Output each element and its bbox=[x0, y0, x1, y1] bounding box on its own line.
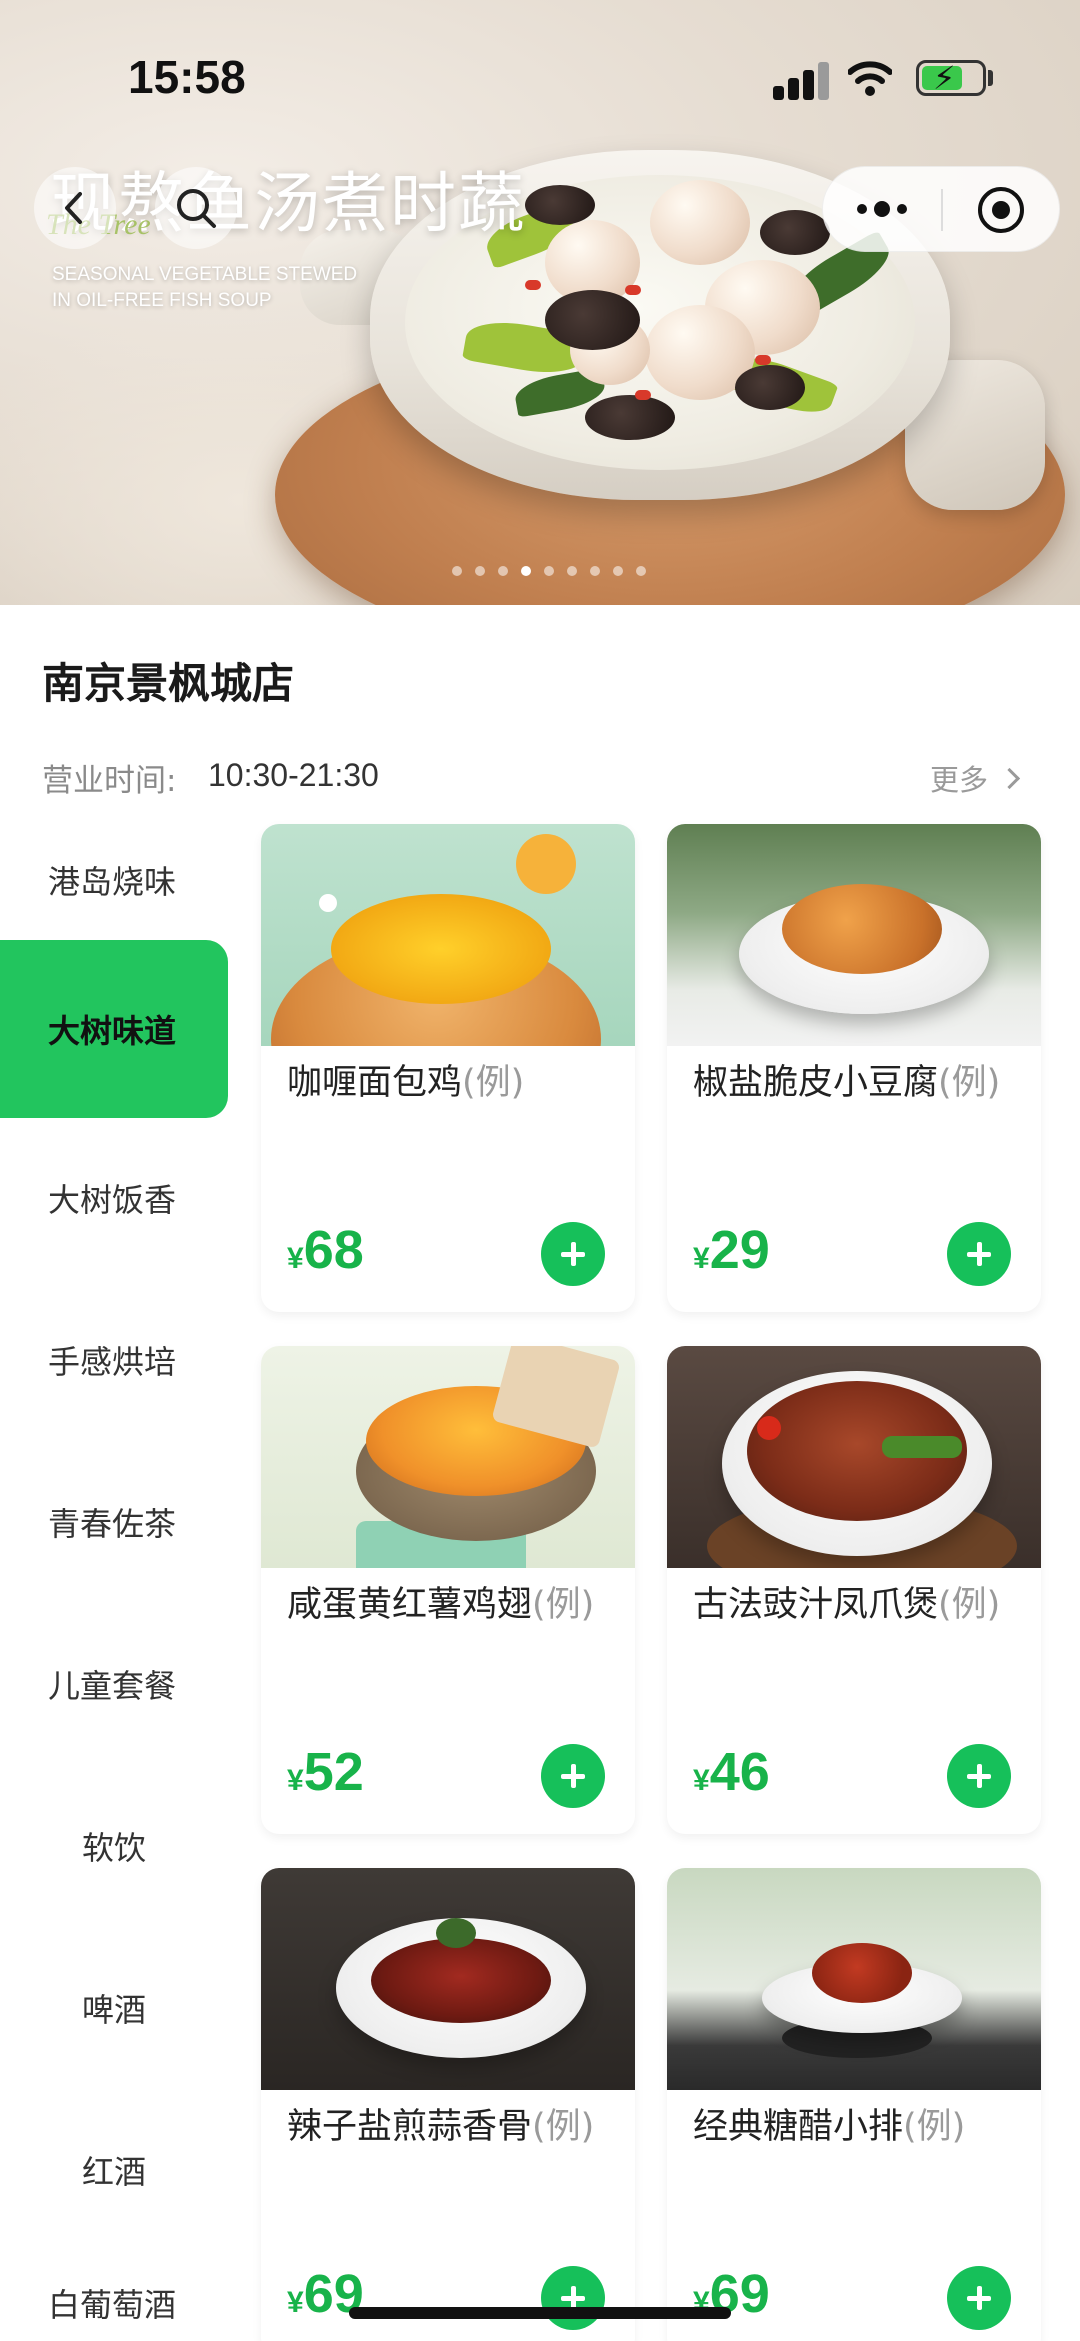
more-link[interactable]: 更多 bbox=[930, 757, 1021, 799]
add-to-cart-button[interactable] bbox=[541, 1222, 605, 1286]
home-indicator bbox=[349, 2307, 731, 2319]
pagination-dot bbox=[521, 566, 531, 576]
category-item[interactable]: 手感烘培 bbox=[0, 1300, 228, 1420]
category-label: 手感烘培 bbox=[48, 1343, 177, 1381]
mini-program-capsule bbox=[822, 166, 1060, 252]
product-name: 咸蛋黄红薯鸡翅(例) bbox=[287, 1585, 595, 1625]
product-card[interactable]: 咸蛋黄红薯鸡翅(例) ¥52 bbox=[261, 1346, 635, 1834]
pagination-dot bbox=[590, 566, 600, 576]
category-label: 港岛烧味 bbox=[48, 863, 177, 901]
category-sidebar: 港岛烧味 大树味道 大树饭香 手感烘培 青春佐茶 儿童套餐 软饮 啤酒 红酒 白… bbox=[0, 820, 228, 2341]
category-label: 啤酒 bbox=[82, 1991, 147, 2029]
category-label: 软饮 bbox=[82, 1829, 147, 1867]
category-label: 红酒 bbox=[82, 2153, 147, 2191]
category-label: 儿童套餐 bbox=[48, 1667, 177, 1705]
pagination-dot bbox=[475, 566, 485, 576]
product-price: ¥46 bbox=[693, 1742, 770, 1802]
product-name: 古法豉汁凤爪煲(例) bbox=[693, 1585, 1001, 1625]
category-item[interactable]: 港岛烧味 bbox=[0, 820, 228, 940]
back-icon bbox=[65, 192, 82, 224]
add-to-cart-button[interactable] bbox=[541, 2266, 605, 2330]
more-label: 更多 bbox=[930, 763, 989, 797]
category-item[interactable]: 啤酒 bbox=[0, 1948, 228, 2068]
product-image bbox=[261, 1346, 635, 1568]
hero-pagination bbox=[452, 566, 646, 576]
capsule-divider bbox=[941, 189, 943, 231]
category-label: 青春佐茶 bbox=[48, 1505, 177, 1543]
add-to-cart-button[interactable] bbox=[947, 2266, 1011, 2330]
product-image bbox=[667, 824, 1041, 1046]
product-card[interactable]: 咖喱面包鸡(例) ¥68 bbox=[261, 824, 635, 1312]
store-name: 南京景枫城店 bbox=[42, 659, 295, 708]
target-icon[interactable] bbox=[978, 187, 1024, 233]
product-name: 辣子盐煎蒜香骨(例) bbox=[287, 2107, 595, 2147]
more-dots-icon[interactable] bbox=[857, 201, 907, 217]
category-item-active[interactable]: 大树味道 bbox=[0, 940, 228, 1118]
category-label: 大树饭香 bbox=[48, 1181, 177, 1219]
battery-icon: ⚡ bbox=[916, 59, 986, 97]
search-button[interactable] bbox=[155, 167, 237, 249]
product-card[interactable]: 经典糖醋小排(例) ¥69 bbox=[667, 1868, 1041, 2341]
product-card[interactable]: 古法豉汁凤爪煲(例) ¥46 bbox=[667, 1346, 1041, 1834]
signal-icon bbox=[773, 60, 829, 100]
add-to-cart-button[interactable] bbox=[947, 1222, 1011, 1286]
product-image bbox=[667, 1346, 1041, 1568]
product-name: 椒盐脆皮小豆腐(例) bbox=[693, 1063, 1001, 1103]
category-item[interactable]: 青春佐茶 bbox=[0, 1462, 228, 1582]
pagination-dot bbox=[452, 566, 462, 576]
category-label: 白葡萄酒 bbox=[48, 2286, 177, 2324]
product-price: ¥52 bbox=[287, 1742, 364, 1802]
pagination-dot bbox=[636, 566, 646, 576]
product-image bbox=[667, 1868, 1041, 2090]
hero-subtitle: SEASONAL VEGETABLE STEWED IN OIL-FREE FI… bbox=[52, 264, 358, 311]
category-item[interactable]: 白葡萄酒 bbox=[0, 2270, 228, 2341]
search-icon bbox=[177, 189, 216, 228]
product-card[interactable]: 椒盐脆皮小豆腐(例) ¥29 bbox=[667, 824, 1041, 1312]
back-button[interactable] bbox=[34, 167, 116, 249]
status-bar: 15:58 ⚡ bbox=[0, 0, 1080, 140]
category-item[interactable]: 儿童套餐 bbox=[0, 1624, 228, 1744]
product-name: 经典糖醋小排(例) bbox=[693, 2107, 966, 2147]
pagination-dot bbox=[498, 566, 508, 576]
wifi-icon bbox=[847, 58, 893, 98]
product-image bbox=[261, 1868, 635, 2090]
chevron-right-icon bbox=[998, 767, 1021, 789]
status-time: 15:58 bbox=[128, 51, 246, 103]
category-label: 大树味道 bbox=[48, 1012, 177, 1050]
pagination-dot bbox=[544, 566, 554, 576]
category-item[interactable]: 大树饭香 bbox=[0, 1138, 228, 1258]
product-price: ¥68 bbox=[287, 1220, 364, 1280]
product-card[interactable]: 辣子盐煎蒜香骨(例) ¥69 bbox=[261, 1868, 635, 2341]
pagination-dot bbox=[567, 566, 577, 576]
category-item[interactable]: 红酒 bbox=[0, 2110, 228, 2230]
hours-label: 营业时间: bbox=[42, 763, 177, 799]
hours-value: 10:30-21:30 bbox=[208, 757, 379, 793]
product-name: 咖喱面包鸡(例) bbox=[287, 1063, 525, 1103]
battery-cap bbox=[988, 70, 993, 86]
add-to-cart-button[interactable] bbox=[541, 1744, 605, 1808]
product-image bbox=[261, 824, 635, 1046]
category-item[interactable]: 软饮 bbox=[0, 1786, 228, 1906]
add-to-cart-button[interactable] bbox=[947, 1744, 1011, 1808]
pagination-dot bbox=[613, 566, 623, 576]
product-price: ¥29 bbox=[693, 1220, 770, 1280]
